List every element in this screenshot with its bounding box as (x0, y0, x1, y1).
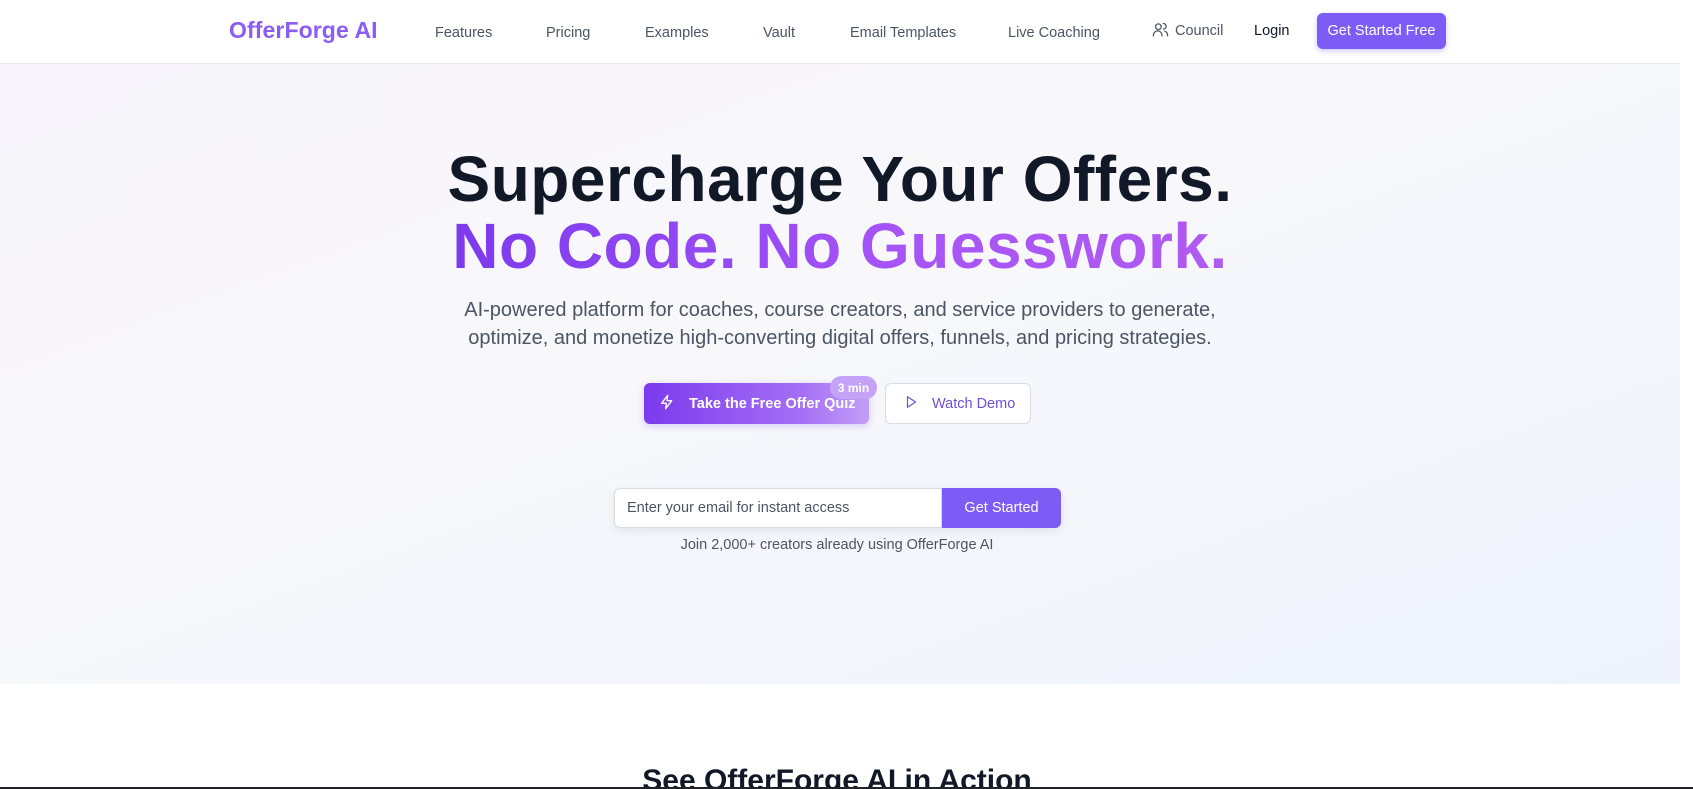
hero-headline: Supercharge Your Offers. (447, 143, 1233, 215)
nav-link-examples[interactable]: Examples (645, 25, 709, 41)
play-icon (904, 395, 918, 413)
hero-section: Supercharge Your Offers. No Code. No Gue… (0, 64, 1680, 684)
login-link[interactable]: Login (1254, 23, 1289, 39)
watch-demo-button[interactable]: Watch Demo (885, 383, 1031, 424)
hero-headline-accent: No Code. No Guesswork. (0, 209, 1680, 283)
scrollbar[interactable] (1680, 0, 1693, 789)
social-proof-text: Join 2,000+ creators already using Offer… (680, 537, 994, 553)
nav-link-council[interactable]: Council (1152, 22, 1223, 40)
email-input[interactable] (614, 488, 942, 528)
users-icon (1152, 21, 1169, 42)
council-label: Council (1175, 23, 1224, 39)
nav-link-pricing[interactable]: Pricing (546, 25, 590, 41)
browser-viewport: OfferForge AI Features Pricing Examples … (0, 0, 1680, 787)
hero-subtitle: AI-powered platform for coaches, course … (464, 299, 1216, 349)
nav-link-live-coaching[interactable]: Live Coaching (1008, 25, 1100, 41)
nav-link-email-templates[interactable]: Email Templates (850, 25, 956, 41)
email-signup-form: Get Started (614, 488, 1061, 528)
nav-link-vault[interactable]: Vault (763, 25, 795, 41)
section-title: See OfferForge AI in Action (642, 764, 1032, 787)
quiz-duration-badge: 3 min (830, 376, 877, 399)
logo[interactable]: OfferForge AI (229, 17, 378, 44)
lightning-icon (659, 394, 675, 414)
nav-link-features[interactable]: Features (435, 25, 492, 41)
get-started-free-button[interactable]: Get Started Free (1317, 13, 1446, 49)
top-navigation: OfferForge AI Features Pricing Examples … (0, 0, 1680, 64)
hero-headline-accent-text: No Code. No Guesswork. (452, 210, 1228, 282)
take-quiz-label: Take the Free Offer Quiz (689, 395, 856, 412)
email-get-started-button[interactable]: Get Started (942, 488, 1061, 528)
watch-demo-label: Watch Demo (932, 395, 1016, 412)
